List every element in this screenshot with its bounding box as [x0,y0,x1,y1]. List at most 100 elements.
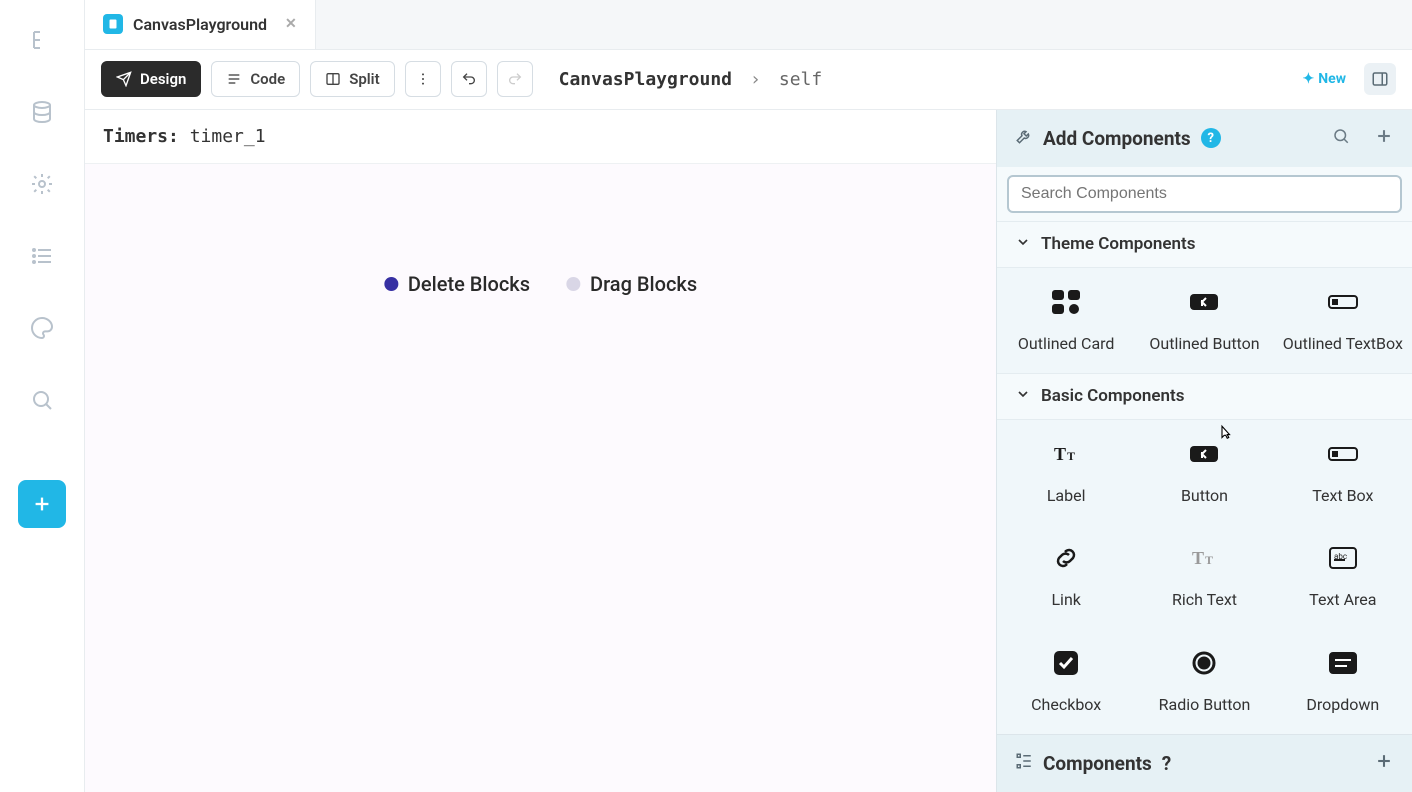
plus-icon[interactable] [1374,126,1394,151]
legend-dot-icon [384,277,398,291]
components-footer[interactable]: Components ? [997,734,1412,792]
component-button[interactable]: Button [1135,420,1273,525]
tab-title: CanvasPlayground [133,15,267,34]
legend-dot-icon [566,277,580,291]
document-icon [103,14,123,34]
richtext-icon: TT [1188,544,1220,572]
help-icon[interactable]: ? [1201,128,1221,148]
component-label-text: Radio Button [1159,695,1251,716]
component-label-text: Rich Text [1172,590,1237,611]
button-icon [1188,440,1220,468]
component-dropdown[interactable]: Dropdown [1274,629,1412,734]
list-icon[interactable] [30,244,54,268]
component-radiobutton[interactable]: Radio Button [1135,629,1273,734]
component-outlined-card[interactable]: Outlined Card [997,268,1135,373]
textbox-icon [1327,440,1359,468]
component-outlined-textbox[interactable]: Outlined TextBox [1274,268,1412,373]
component-outlined-button[interactable]: Outlined Button [1135,268,1273,373]
gear-icon[interactable] [30,172,54,196]
component-checkbox[interactable]: Checkbox [997,629,1135,734]
component-label-text: Link [1051,590,1080,611]
basic-components-grid: TT Label Button [997,420,1412,734]
svg-text:T: T [1205,553,1213,567]
sparkle-icon: ✦ [1303,71,1315,87]
button-icon [1188,288,1220,316]
chevron-right-icon: › [750,69,761,90]
dropdown-icon [1327,649,1359,677]
design-label: Design [140,70,186,88]
palette-icon[interactable] [30,316,54,340]
component-label-text: Text Box [1312,486,1373,507]
more-button[interactable] [405,61,441,97]
legend-delete-label: Delete Blocks [408,272,530,296]
toolbar: Design Code Split CanvasPlayground › [85,50,1412,110]
breadcrumb-leaf[interactable]: self [779,69,822,90]
design-button[interactable]: Design [101,61,201,97]
new-button[interactable]: ✦ New [1303,71,1346,87]
component-richtext[interactable]: TT Rich Text [1135,524,1273,629]
theme-components-grid: Outlined Card Outlined Button [997,268,1412,373]
tree-icon[interactable] [30,28,54,52]
section-theme-components[interactable]: Theme Components [997,221,1412,268]
left-sidebar [0,0,85,792]
component-label-text: Label [1047,486,1086,507]
database-icon[interactable] [30,100,54,124]
chevron-down-icon [1015,386,1031,407]
new-label: New [1318,71,1346,87]
timers-label: Timers: [103,126,179,147]
link-icon [1050,544,1082,572]
component-label[interactable]: TT Label [997,420,1135,525]
breadcrumb: CanvasPlayground › self [559,69,823,90]
breadcrumb-root[interactable]: CanvasPlayground [559,69,732,90]
redo-button[interactable] [497,61,533,97]
legend-drag-label: Drag Blocks [590,272,697,296]
help-icon[interactable]: ? [1162,752,1171,775]
add-button[interactable] [18,480,66,528]
textbox-icon [1327,288,1359,316]
panel-title: Add Components [1043,127,1191,150]
canvas-area: Timers: timer_1 Delete Blocks Drag Block… [85,110,996,792]
radio-icon [1188,649,1220,677]
tree-list-icon [1015,752,1033,775]
search-icon[interactable] [30,388,54,412]
footer-title: Components [1043,752,1152,775]
component-textarea[interactable]: abc Text Area [1274,524,1412,629]
textarea-icon: abc [1327,544,1359,572]
section-label: Theme Components [1041,234,1196,254]
section-label: Basic Components [1041,386,1184,406]
legend-drag[interactable]: Drag Blocks [566,272,697,296]
svg-text:T: T [1192,548,1204,568]
tab-canvasplayground[interactable]: CanvasPlayground ✕ [85,0,316,49]
plus-icon[interactable] [1374,751,1394,776]
component-link[interactable]: Link [997,524,1135,629]
component-label-text: Text Area [1309,590,1376,611]
svg-text:T: T [1067,449,1075,463]
split-button[interactable]: Split [310,61,394,97]
checkbox-icon [1050,649,1082,677]
panel-toggle-button[interactable] [1364,63,1396,95]
component-label-text: Checkbox [1031,695,1101,716]
component-label: Outlined TextBox [1283,334,1403,355]
tab-bar: CanvasPlayground ✕ [85,0,1412,50]
component-label: Outlined Button [1149,334,1259,355]
section-basic-components[interactable]: Basic Components [997,373,1412,420]
legend: Delete Blocks Drag Blocks [384,272,697,296]
wrench-icon [1015,127,1033,150]
search-icon[interactable] [1332,127,1350,150]
svg-text:T: T [1054,444,1066,464]
search-components-input[interactable] [1007,175,1402,213]
timers-row: Timers: timer_1 [85,110,996,164]
timers-value[interactable]: timer_1 [190,126,266,147]
code-label: Code [250,70,285,88]
canvas-body[interactable]: Delete Blocks Drag Blocks [85,164,996,792]
add-components-header: Add Components ? [997,110,1412,167]
close-icon[interactable]: ✕ [285,16,297,32]
legend-delete[interactable]: Delete Blocks [384,272,530,296]
card-icon [1050,288,1082,316]
component-label-text: Dropdown [1306,695,1379,716]
chevron-down-icon [1015,234,1031,255]
component-label-text: Button [1181,486,1228,507]
undo-button[interactable] [451,61,487,97]
code-button[interactable]: Code [211,61,300,97]
component-textbox[interactable]: Text Box [1274,420,1412,525]
